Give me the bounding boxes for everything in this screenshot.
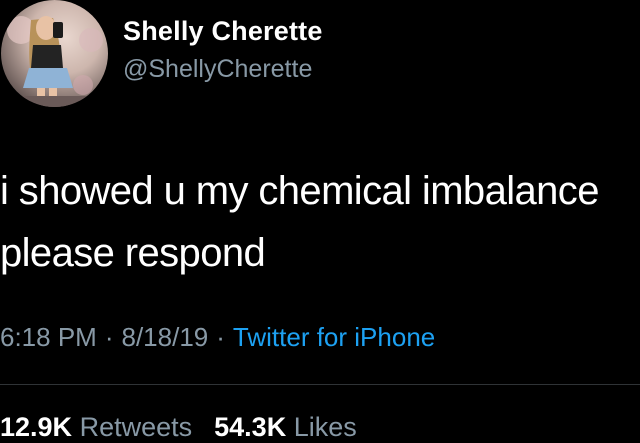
avatar[interactable] — [1, 0, 108, 107]
retweets-count: 12.9K — [0, 412, 73, 442]
tweet-text: i showed u my chemical imbalance please … — [0, 160, 640, 284]
tweet-text-line: please respond — [0, 231, 266, 275]
likes-stat[interactable]: 54.3K Likes — [214, 412, 357, 442]
tweet-date[interactable]: 8/18/19 — [122, 322, 209, 352]
tweet-text-line: i showed u my chemical imbalance — [0, 169, 599, 213]
likes-count: 54.3K — [214, 412, 287, 442]
tweet-stats: 12.9K Retweets 54.3K Likes — [0, 412, 357, 443]
meta-separator: · — [104, 322, 114, 352]
display-name[interactable]: Shelly Cherette — [123, 16, 323, 47]
retweets-label: Retweets — [79, 412, 193, 442]
tweet-source-link[interactable]: Twitter for iPhone — [233, 322, 435, 352]
meta-separator: · — [216, 322, 225, 352]
profile-photo-icon — [1, 16, 108, 107]
retweets-stat[interactable]: 12.9K Retweets — [0, 412, 192, 442]
tweet-card: Shelly Cherette @ShellyCherette i showed… — [0, 0, 640, 443]
likes-label: Likes — [293, 412, 357, 442]
tweet-meta: 6:18 PM · 8/18/19 · Twitter for iPhone — [0, 322, 435, 353]
user-handle[interactable]: @ShellyCherette — [123, 55, 312, 84]
divider — [0, 384, 640, 385]
tweet-time[interactable]: 6:18 PM — [0, 322, 97, 352]
